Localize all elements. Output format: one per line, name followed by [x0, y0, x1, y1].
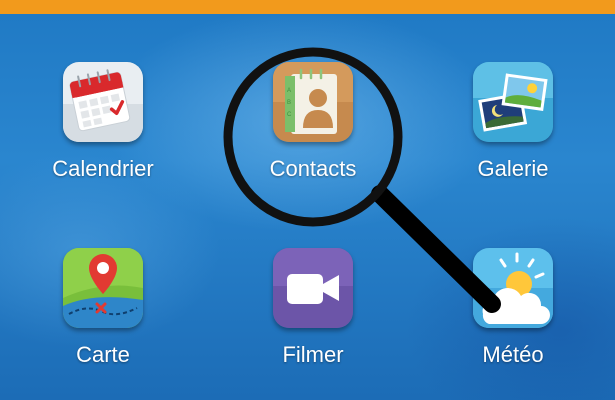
app-contacts[interactable]: ABC Contacts: [233, 62, 393, 212]
status-bar: [0, 0, 615, 14]
app-label-carte: Carte: [76, 342, 130, 367]
contacts-icon[interactable]: ABC: [273, 62, 353, 142]
app-label-filmer: Filmer: [282, 342, 344, 367]
svg-text:C: C: [287, 112, 292, 118]
video-camera-icon[interactable]: [273, 248, 353, 328]
map-icon[interactable]: [63, 248, 143, 328]
svg-text:B: B: [287, 100, 291, 106]
app-carte[interactable]: Carte: [23, 248, 183, 398]
app-label-meteo: Météo: [482, 342, 544, 367]
app-galerie[interactable]: Galerie: [433, 62, 593, 212]
app-filmer[interactable]: Filmer: [233, 248, 393, 398]
app-calendrier[interactable]: Calendrier: [23, 62, 183, 212]
app-label-contacts: Contacts: [269, 156, 357, 181]
calendar-icon[interactable]: [63, 62, 143, 142]
app-label-calendrier: Calendrier: [52, 156, 154, 181]
home-screen: Calendrier ABC Contacts Galerie Carte Fi…: [0, 0, 615, 400]
svg-text:A: A: [287, 88, 291, 94]
gallery-icon[interactable]: [473, 62, 553, 142]
app-meteo[interactable]: Météo: [433, 248, 593, 398]
weather-icon[interactable]: [473, 248, 553, 328]
app-label-galerie: Galerie: [477, 156, 549, 181]
